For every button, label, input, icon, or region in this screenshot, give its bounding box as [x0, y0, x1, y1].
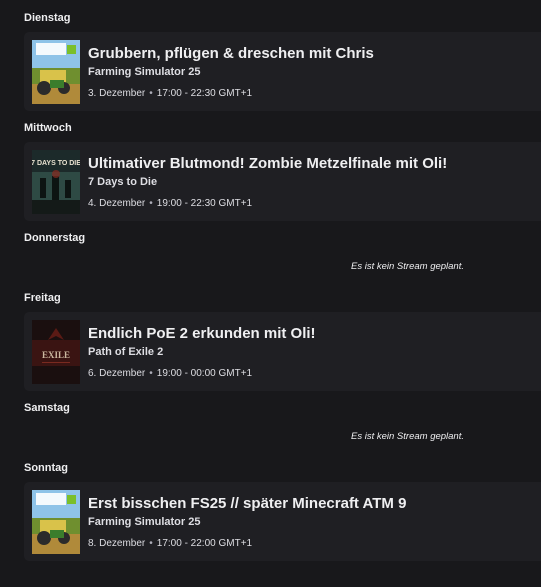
stream-title[interactable]: Endlich PoE 2 erkunden mit Oli! — [88, 325, 316, 342]
day-label-sonntag: Sonntag — [24, 462, 68, 474]
stream-time: 8. Dezember • 17:00 - 22:00 GMT+1 — [88, 538, 252, 549]
no-stream-text: Es ist kein Stream geplant. — [351, 261, 464, 272]
day-label-freitag: Freitag — [24, 292, 61, 304]
stream-title[interactable]: Ultimativer Blutmond! Zombie Metzelfinal… — [88, 155, 447, 172]
stream-card-sonntag[interactable]: Erst bisschen FS25 // später Minecraft A… — [24, 482, 541, 561]
stream-time: 3. Dezember • 17:00 - 22:30 GMT+1 — [88, 88, 252, 99]
day-label-mittwoch: Mittwoch — [24, 122, 72, 134]
stream-time: 6. Dezember • 19:00 - 00:00 GMT+1 — [88, 368, 252, 379]
stream-date: 3. Dezember — [88, 88, 146, 99]
game-name[interactable]: Path of Exile 2 — [88, 346, 163, 358]
farming-simulator-cover-art — [32, 490, 80, 554]
stream-time-range: 17:00 - 22:30 GMT+1 — [156, 88, 253, 99]
separator-dot: • — [149, 88, 153, 99]
svg-text:EXILE: EXILE — [42, 350, 70, 360]
separator-dot: • — [149, 368, 153, 379]
separator-dot: • — [149, 198, 153, 209]
game-cover-path-of-exile-2[interactable]: EXILE — [32, 320, 80, 384]
stream-title[interactable]: Grubbern, pflügen & dreschen mit Chris — [88, 45, 374, 62]
stream-date: 8. Dezember — [88, 538, 146, 549]
stream-date: 4. Dezember — [88, 198, 146, 209]
farming-simulator-cover-art — [32, 40, 80, 104]
no-stream-row: Es ist kein Stream geplant. — [24, 424, 541, 452]
7-days-to-die-cover-art: 7 DAYS TO DIE — [32, 150, 80, 214]
day-label-samstag: Samstag — [24, 402, 70, 414]
stream-card-freitag[interactable]: EXILE Endlich PoE 2 erkunden mit Oli! Pa… — [24, 312, 541, 391]
svg-text:7 DAYS TO DIE: 7 DAYS TO DIE — [32, 160, 80, 167]
no-stream-row: Es ist kein Stream geplant. — [24, 254, 541, 282]
day-label-dienstag: Dienstag — [24, 12, 71, 24]
stream-card-mittwoch[interactable]: 7 DAYS TO DIE Ultimativer Blutmond! Zomb… — [24, 142, 541, 221]
path-of-exile-cover-art: EXILE — [32, 320, 80, 384]
game-name[interactable]: 7 Days to Die — [88, 176, 157, 188]
game-cover-7-days-to-die[interactable]: 7 DAYS TO DIE — [32, 150, 80, 214]
stream-title[interactable]: Erst bisschen FS25 // später Minecraft A… — [88, 495, 406, 512]
game-cover-farming-simulator[interactable] — [32, 490, 80, 554]
day-label-donnerstag: Donnerstag — [24, 232, 86, 244]
stream-time-range: 19:00 - 22:30 GMT+1 — [156, 198, 253, 209]
stream-card-dienstag[interactable]: Grubbern, pflügen & dreschen mit Chris F… — [24, 32, 541, 111]
stream-time-range: 19:00 - 00:00 GMT+1 — [156, 368, 253, 379]
stream-time: 4. Dezember • 19:00 - 22:30 GMT+1 — [88, 198, 252, 209]
game-name[interactable]: Farming Simulator 25 — [88, 516, 200, 528]
stream-time-range: 17:00 - 22:00 GMT+1 — [156, 538, 253, 549]
no-stream-text: Es ist kein Stream geplant. — [351, 431, 464, 442]
separator-dot: • — [149, 538, 153, 549]
game-name[interactable]: Farming Simulator 25 — [88, 66, 200, 78]
stream-date: 6. Dezember — [88, 368, 146, 379]
game-cover-farming-simulator[interactable] — [32, 40, 80, 104]
